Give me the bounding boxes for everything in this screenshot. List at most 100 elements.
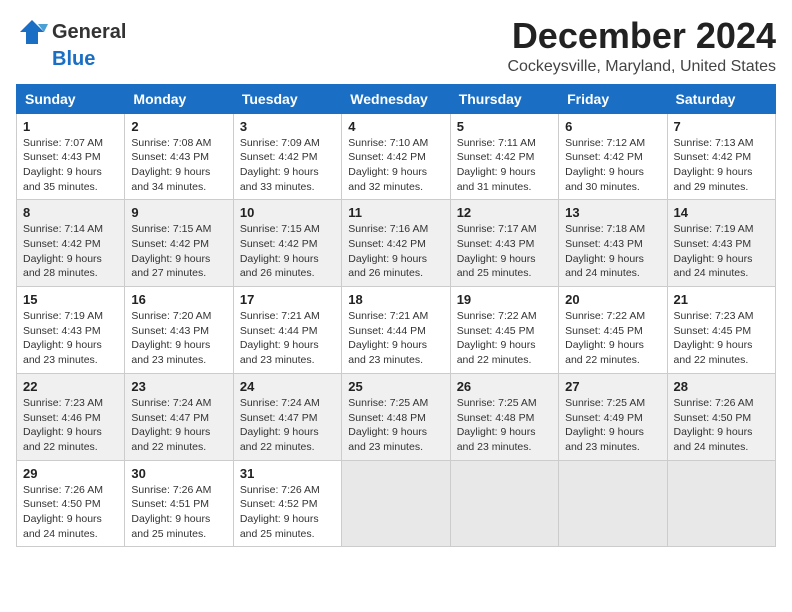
day-info: Sunrise: 7:15 AM Sunset: 4:42 PM Dayligh… [131, 223, 211, 279]
day-info: Sunrise: 7:26 AM Sunset: 4:50 PM Dayligh… [23, 484, 103, 540]
weekday-header-saturday: Saturday [667, 84, 775, 113]
day-info: Sunrise: 7:10 AM Sunset: 4:42 PM Dayligh… [348, 137, 428, 193]
day-info: Sunrise: 7:25 AM Sunset: 4:48 PM Dayligh… [457, 397, 537, 453]
day-info: Sunrise: 7:08 AM Sunset: 4:43 PM Dayligh… [131, 137, 211, 193]
calendar-cell: 23 Sunrise: 7:24 AM Sunset: 4:47 PM Dayl… [125, 373, 233, 460]
logo-text-general: General [52, 21, 126, 44]
calendar-cell: 27 Sunrise: 7:25 AM Sunset: 4:49 PM Dayl… [559, 373, 667, 460]
calendar-week-5: 29 Sunrise: 7:26 AM Sunset: 4:50 PM Dayl… [17, 460, 776, 547]
day-info: Sunrise: 7:25 AM Sunset: 4:48 PM Dayligh… [348, 397, 428, 453]
day-info: Sunrise: 7:23 AM Sunset: 4:46 PM Dayligh… [23, 397, 103, 453]
calendar-cell: 30 Sunrise: 7:26 AM Sunset: 4:51 PM Dayl… [125, 460, 233, 547]
calendar-week-4: 22 Sunrise: 7:23 AM Sunset: 4:46 PM Dayl… [17, 373, 776, 460]
logo-icon [16, 16, 48, 48]
weekday-header-tuesday: Tuesday [233, 84, 341, 113]
day-number: 31 [240, 466, 335, 481]
day-info: Sunrise: 7:22 AM Sunset: 4:45 PM Dayligh… [565, 310, 645, 366]
day-number: 23 [131, 379, 226, 394]
day-number: 18 [348, 292, 443, 307]
calendar-cell: 9 Sunrise: 7:15 AM Sunset: 4:42 PM Dayli… [125, 200, 233, 287]
day-number: 14 [674, 205, 769, 220]
day-number: 12 [457, 205, 552, 220]
calendar-week-2: 8 Sunrise: 7:14 AM Sunset: 4:42 PM Dayli… [17, 200, 776, 287]
day-info: Sunrise: 7:15 AM Sunset: 4:42 PM Dayligh… [240, 223, 320, 279]
day-info: Sunrise: 7:12 AM Sunset: 4:42 PM Dayligh… [565, 137, 645, 193]
day-info: Sunrise: 7:11 AM Sunset: 4:42 PM Dayligh… [457, 137, 536, 193]
day-info: Sunrise: 7:09 AM Sunset: 4:42 PM Dayligh… [240, 137, 320, 193]
day-info: Sunrise: 7:07 AM Sunset: 4:43 PM Dayligh… [23, 137, 103, 193]
calendar-cell: 21 Sunrise: 7:23 AM Sunset: 4:45 PM Dayl… [667, 287, 775, 374]
calendar-cell: 26 Sunrise: 7:25 AM Sunset: 4:48 PM Dayl… [450, 373, 558, 460]
day-info: Sunrise: 7:20 AM Sunset: 4:43 PM Dayligh… [131, 310, 211, 366]
day-info: Sunrise: 7:26 AM Sunset: 4:51 PM Dayligh… [131, 484, 211, 540]
day-info: Sunrise: 7:22 AM Sunset: 4:45 PM Dayligh… [457, 310, 537, 366]
page-header: General Blue December 2024 Cockeysville,… [16, 16, 776, 76]
calendar-cell: 18 Sunrise: 7:21 AM Sunset: 4:44 PM Dayl… [342, 287, 450, 374]
calendar-cell: 6 Sunrise: 7:12 AM Sunset: 4:42 PM Dayli… [559, 113, 667, 200]
calendar-cell: 20 Sunrise: 7:22 AM Sunset: 4:45 PM Dayl… [559, 287, 667, 374]
calendar-cell: 1 Sunrise: 7:07 AM Sunset: 4:43 PM Dayli… [17, 113, 125, 200]
day-number: 20 [565, 292, 660, 307]
day-number: 4 [348, 119, 443, 134]
day-info: Sunrise: 7:24 AM Sunset: 4:47 PM Dayligh… [240, 397, 320, 453]
calendar-cell: 28 Sunrise: 7:26 AM Sunset: 4:50 PM Dayl… [667, 373, 775, 460]
day-info: Sunrise: 7:13 AM Sunset: 4:42 PM Dayligh… [674, 137, 754, 193]
day-info: Sunrise: 7:23 AM Sunset: 4:45 PM Dayligh… [674, 310, 754, 366]
calendar-cell: 19 Sunrise: 7:22 AM Sunset: 4:45 PM Dayl… [450, 287, 558, 374]
weekday-header-wednesday: Wednesday [342, 84, 450, 113]
calendar-cell [450, 460, 558, 547]
day-info: Sunrise: 7:21 AM Sunset: 4:44 PM Dayligh… [348, 310, 428, 366]
calendar-week-3: 15 Sunrise: 7:19 AM Sunset: 4:43 PM Dayl… [17, 287, 776, 374]
month-title: December 2024 [507, 16, 776, 56]
day-info: Sunrise: 7:16 AM Sunset: 4:42 PM Dayligh… [348, 223, 428, 279]
day-number: 24 [240, 379, 335, 394]
day-number: 3 [240, 119, 335, 134]
title-area: December 2024 Cockeysville, Maryland, Un… [507, 16, 776, 76]
day-info: Sunrise: 7:26 AM Sunset: 4:52 PM Dayligh… [240, 484, 320, 540]
logo-text-blue: Blue [52, 48, 95, 71]
day-info: Sunrise: 7:21 AM Sunset: 4:44 PM Dayligh… [240, 310, 320, 366]
day-number: 6 [565, 119, 660, 134]
calendar-cell: 14 Sunrise: 7:19 AM Sunset: 4:43 PM Dayl… [667, 200, 775, 287]
day-number: 2 [131, 119, 226, 134]
day-number: 30 [131, 466, 226, 481]
day-number: 22 [23, 379, 118, 394]
day-info: Sunrise: 7:24 AM Sunset: 4:47 PM Dayligh… [131, 397, 211, 453]
calendar-cell: 2 Sunrise: 7:08 AM Sunset: 4:43 PM Dayli… [125, 113, 233, 200]
calendar-cell: 17 Sunrise: 7:21 AM Sunset: 4:44 PM Dayl… [233, 287, 341, 374]
location-title: Cockeysville, Maryland, United States [507, 58, 776, 76]
weekday-header-friday: Friday [559, 84, 667, 113]
calendar-cell: 4 Sunrise: 7:10 AM Sunset: 4:42 PM Dayli… [342, 113, 450, 200]
calendar-cell: 3 Sunrise: 7:09 AM Sunset: 4:42 PM Dayli… [233, 113, 341, 200]
calendar-cell: 8 Sunrise: 7:14 AM Sunset: 4:42 PM Dayli… [17, 200, 125, 287]
day-number: 17 [240, 292, 335, 307]
day-number: 21 [674, 292, 769, 307]
calendar-cell: 22 Sunrise: 7:23 AM Sunset: 4:46 PM Dayl… [17, 373, 125, 460]
calendar-cell: 15 Sunrise: 7:19 AM Sunset: 4:43 PM Dayl… [17, 287, 125, 374]
day-number: 28 [674, 379, 769, 394]
day-number: 9 [131, 205, 226, 220]
calendar-table: SundayMondayTuesdayWednesdayThursdayFrid… [16, 84, 776, 548]
calendar-cell: 31 Sunrise: 7:26 AM Sunset: 4:52 PM Dayl… [233, 460, 341, 547]
day-info: Sunrise: 7:26 AM Sunset: 4:50 PM Dayligh… [674, 397, 754, 453]
calendar-cell: 16 Sunrise: 7:20 AM Sunset: 4:43 PM Dayl… [125, 287, 233, 374]
calendar-cell: 12 Sunrise: 7:17 AM Sunset: 4:43 PM Dayl… [450, 200, 558, 287]
calendar-week-1: 1 Sunrise: 7:07 AM Sunset: 4:43 PM Dayli… [17, 113, 776, 200]
day-info: Sunrise: 7:17 AM Sunset: 4:43 PM Dayligh… [457, 223, 537, 279]
day-info: Sunrise: 7:19 AM Sunset: 4:43 PM Dayligh… [674, 223, 754, 279]
calendar-header-row: SundayMondayTuesdayWednesdayThursdayFrid… [17, 84, 776, 113]
calendar-cell: 11 Sunrise: 7:16 AM Sunset: 4:42 PM Dayl… [342, 200, 450, 287]
day-number: 25 [348, 379, 443, 394]
day-number: 16 [131, 292, 226, 307]
calendar-cell [342, 460, 450, 547]
day-number: 8 [23, 205, 118, 220]
day-number: 13 [565, 205, 660, 220]
day-number: 27 [565, 379, 660, 394]
day-number: 29 [23, 466, 118, 481]
day-info: Sunrise: 7:19 AM Sunset: 4:43 PM Dayligh… [23, 310, 103, 366]
calendar-cell: 10 Sunrise: 7:15 AM Sunset: 4:42 PM Dayl… [233, 200, 341, 287]
calendar-cell: 7 Sunrise: 7:13 AM Sunset: 4:42 PM Dayli… [667, 113, 775, 200]
weekday-header-thursday: Thursday [450, 84, 558, 113]
day-number: 15 [23, 292, 118, 307]
day-number: 11 [348, 205, 443, 220]
